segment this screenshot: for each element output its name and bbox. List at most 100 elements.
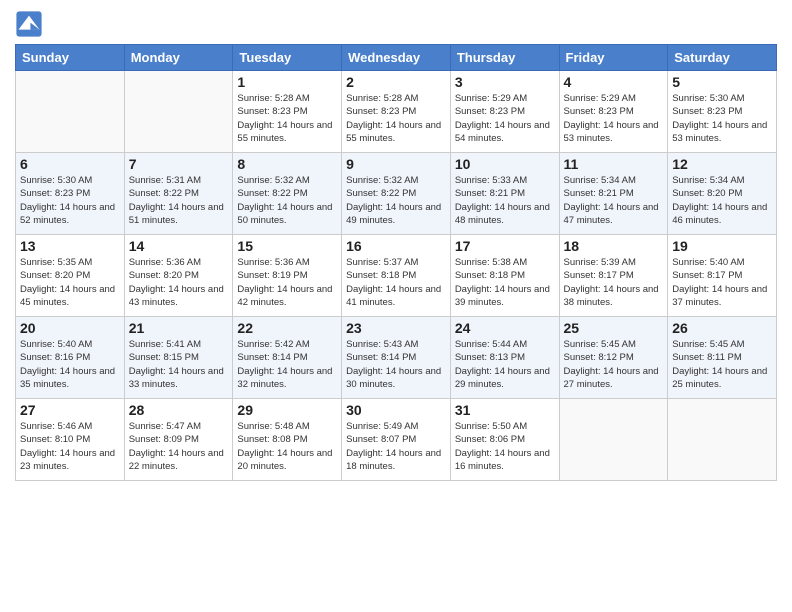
logo-icon: [15, 10, 43, 38]
main-container: SundayMondayTuesdayWednesdayThursdayFrid…: [0, 0, 792, 491]
calendar-day: 22Sunrise: 5:42 AM Sunset: 8:14 PM Dayli…: [233, 317, 342, 399]
day-number: 12: [672, 156, 772, 172]
day-info: Sunrise: 5:40 AM Sunset: 8:16 PM Dayligh…: [20, 338, 120, 391]
day-number: 11: [564, 156, 664, 172]
calendar-day: 13 Sunrise: 5:35 AM Sunset: 8:20 PM Dayli…: [16, 235, 125, 317]
calendar-day: 6 Sunrise: 5:30 AM Sunset: 8:23 PM Daylig…: [16, 153, 125, 235]
calendar-week-5: 27Sunrise: 5:46 AM Sunset: 8:10 PM Dayli…: [16, 399, 777, 481]
calendar-day: 24 Sunrise: 5:44 AM Sunset: 8:13 PM Dayli…: [450, 317, 559, 399]
day-number: 4: [564, 74, 664, 90]
logo: [15, 10, 45, 38]
day-info: Sunrise: 5:48 AM Sunset: 8:08 PM Dayligh…: [237, 420, 337, 473]
day-info: Sunrise: 5:30 AM Sunset: 8:23 PM Dayligh…: [672, 92, 772, 145]
day-info: Sunrise: 5:46 AM Sunset: 8:10 PM Dayligh…: [20, 420, 120, 473]
calendar-day: 30 Sunrise: 5:49 AM Sunset: 8:07 PM Dayli…: [342, 399, 451, 481]
day-number: 10: [455, 156, 555, 172]
day-info: Sunrise: 5:44 AM Sunset: 8:13 PM Dayligh…: [455, 338, 555, 391]
day-info: Sunrise: 5:43 AM Sunset: 8:14 PM Dayligh…: [346, 338, 446, 391]
day-number: 14: [129, 238, 229, 254]
calendar-day: 3 Sunrise: 5:29 AM Sunset: 8:23 PM Daylig…: [450, 71, 559, 153]
day-info: Sunrise: 5:32 AM Sunset: 8:22 PM Dayligh…: [237, 174, 337, 227]
day-info: Sunrise: 5:41 AM Sunset: 8:15 PM Dayligh…: [129, 338, 229, 391]
day-info: Sunrise: 5:40 AM Sunset: 8:17 PM Dayligh…: [672, 256, 772, 309]
calendar-day: 27Sunrise: 5:46 AM Sunset: 8:10 PM Dayli…: [16, 399, 125, 481]
day-info: Sunrise: 5:32 AM Sunset: 8:22 PM Dayligh…: [346, 174, 446, 227]
day-number: 25: [564, 320, 664, 336]
column-header-saturday: Saturday: [668, 45, 777, 71]
column-header-monday: Monday: [124, 45, 233, 71]
day-number: 18: [564, 238, 664, 254]
calendar-day: 15 Sunrise: 5:36 AM Sunset: 8:19 PM Dayli…: [233, 235, 342, 317]
calendar-day: [559, 399, 668, 481]
calendar-day: 12 Sunrise: 5:34 AM Sunset: 8:20 PM Dayli…: [668, 153, 777, 235]
day-number: 22: [237, 320, 337, 336]
day-number: 19: [672, 238, 772, 254]
day-info: Sunrise: 5:34 AM Sunset: 8:21 PM Dayligh…: [564, 174, 664, 227]
day-info: Sunrise: 5:29 AM Sunset: 8:23 PM Dayligh…: [455, 92, 555, 145]
calendar-day: 29 Sunrise: 5:48 AM Sunset: 8:08 PM Dayli…: [233, 399, 342, 481]
day-number: 3: [455, 74, 555, 90]
calendar-day: 7 Sunrise: 5:31 AM Sunset: 8:22 PM Daylig…: [124, 153, 233, 235]
day-number: 5: [672, 74, 772, 90]
calendar-day: 26 Sunrise: 5:45 AM Sunset: 8:11 PM Dayli…: [668, 317, 777, 399]
calendar-day: 20 Sunrise: 5:40 AM Sunset: 8:16 PM Dayli…: [16, 317, 125, 399]
day-number: 2: [346, 74, 446, 90]
day-info: Sunrise: 5:36 AM Sunset: 8:19 PM Dayligh…: [237, 256, 337, 309]
day-info: Sunrise: 5:28 AM Sunset: 8:23 PM Dayligh…: [237, 92, 337, 145]
column-header-tuesday: Tuesday: [233, 45, 342, 71]
calendar-day: 23 Sunrise: 5:43 AM Sunset: 8:14 PM Dayli…: [342, 317, 451, 399]
calendar-week-3: 13 Sunrise: 5:35 AM Sunset: 8:20 PM Dayli…: [16, 235, 777, 317]
calendar-day: 31 Sunrise: 5:50 AM Sunset: 8:06 PM Dayli…: [450, 399, 559, 481]
column-header-friday: Friday: [559, 45, 668, 71]
day-number: 21: [129, 320, 229, 336]
calendar-day: 16Sunrise: 5:37 AM Sunset: 8:18 PM Dayli…: [342, 235, 451, 317]
day-number: 28: [129, 402, 229, 418]
day-number: 20: [20, 320, 120, 336]
calendar-day: [16, 71, 125, 153]
day-number: 7: [129, 156, 229, 172]
day-number: 15: [237, 238, 337, 254]
calendar-day: 9Sunrise: 5:32 AM Sunset: 8:22 PM Daylig…: [342, 153, 451, 235]
day-number: 6: [20, 156, 120, 172]
day-number: 31: [455, 402, 555, 418]
day-number: 13: [20, 238, 120, 254]
day-info: Sunrise: 5:39 AM Sunset: 8:17 PM Dayligh…: [564, 256, 664, 309]
day-info: Sunrise: 5:31 AM Sunset: 8:22 PM Dayligh…: [129, 174, 229, 227]
day-number: 16: [346, 238, 446, 254]
column-header-thursday: Thursday: [450, 45, 559, 71]
day-info: Sunrise: 5:50 AM Sunset: 8:06 PM Dayligh…: [455, 420, 555, 473]
calendar-day: 11 Sunrise: 5:34 AM Sunset: 8:21 PM Dayli…: [559, 153, 668, 235]
calendar-week-2: 6 Sunrise: 5:30 AM Sunset: 8:23 PM Daylig…: [16, 153, 777, 235]
day-info: Sunrise: 5:45 AM Sunset: 8:11 PM Dayligh…: [672, 338, 772, 391]
day-info: Sunrise: 5:47 AM Sunset: 8:09 PM Dayligh…: [129, 420, 229, 473]
day-info: Sunrise: 5:49 AM Sunset: 8:07 PM Dayligh…: [346, 420, 446, 473]
day-number: 24: [455, 320, 555, 336]
column-header-sunday: Sunday: [16, 45, 125, 71]
day-info: Sunrise: 5:28 AM Sunset: 8:23 PM Dayligh…: [346, 92, 446, 145]
header-row: SundayMondayTuesdayWednesdayThursdayFrid…: [16, 45, 777, 71]
calendar-day: 21 Sunrise: 5:41 AM Sunset: 8:15 PM Dayli…: [124, 317, 233, 399]
calendar-day: 17Sunrise: 5:38 AM Sunset: 8:18 PM Dayli…: [450, 235, 559, 317]
calendar-table: SundayMondayTuesdayWednesdayThursdayFrid…: [15, 44, 777, 481]
header: [15, 10, 777, 38]
calendar-day: 1Sunrise: 5:28 AM Sunset: 8:23 PM Daylig…: [233, 71, 342, 153]
day-info: Sunrise: 5:34 AM Sunset: 8:20 PM Dayligh…: [672, 174, 772, 227]
day-number: 8: [237, 156, 337, 172]
day-number: 30: [346, 402, 446, 418]
day-number: 29: [237, 402, 337, 418]
day-number: 23: [346, 320, 446, 336]
calendar-day: 5 Sunrise: 5:30 AM Sunset: 8:23 PM Daylig…: [668, 71, 777, 153]
calendar-week-1: 1Sunrise: 5:28 AM Sunset: 8:23 PM Daylig…: [16, 71, 777, 153]
day-info: Sunrise: 5:36 AM Sunset: 8:20 PM Dayligh…: [129, 256, 229, 309]
calendar-day: 25Sunrise: 5:45 AM Sunset: 8:12 PM Dayli…: [559, 317, 668, 399]
calendar-day: 2 Sunrise: 5:28 AM Sunset: 8:23 PM Daylig…: [342, 71, 451, 153]
calendar-week-4: 20 Sunrise: 5:40 AM Sunset: 8:16 PM Dayli…: [16, 317, 777, 399]
day-info: Sunrise: 5:30 AM Sunset: 8:23 PM Dayligh…: [20, 174, 120, 227]
calendar-day: 10Sunrise: 5:33 AM Sunset: 8:21 PM Dayli…: [450, 153, 559, 235]
calendar-day: [124, 71, 233, 153]
day-info: Sunrise: 5:29 AM Sunset: 8:23 PM Dayligh…: [564, 92, 664, 145]
calendar-day: 19 Sunrise: 5:40 AM Sunset: 8:17 PM Dayli…: [668, 235, 777, 317]
day-number: 26: [672, 320, 772, 336]
calendar-day: [668, 399, 777, 481]
day-info: Sunrise: 5:35 AM Sunset: 8:20 PM Dayligh…: [20, 256, 120, 309]
